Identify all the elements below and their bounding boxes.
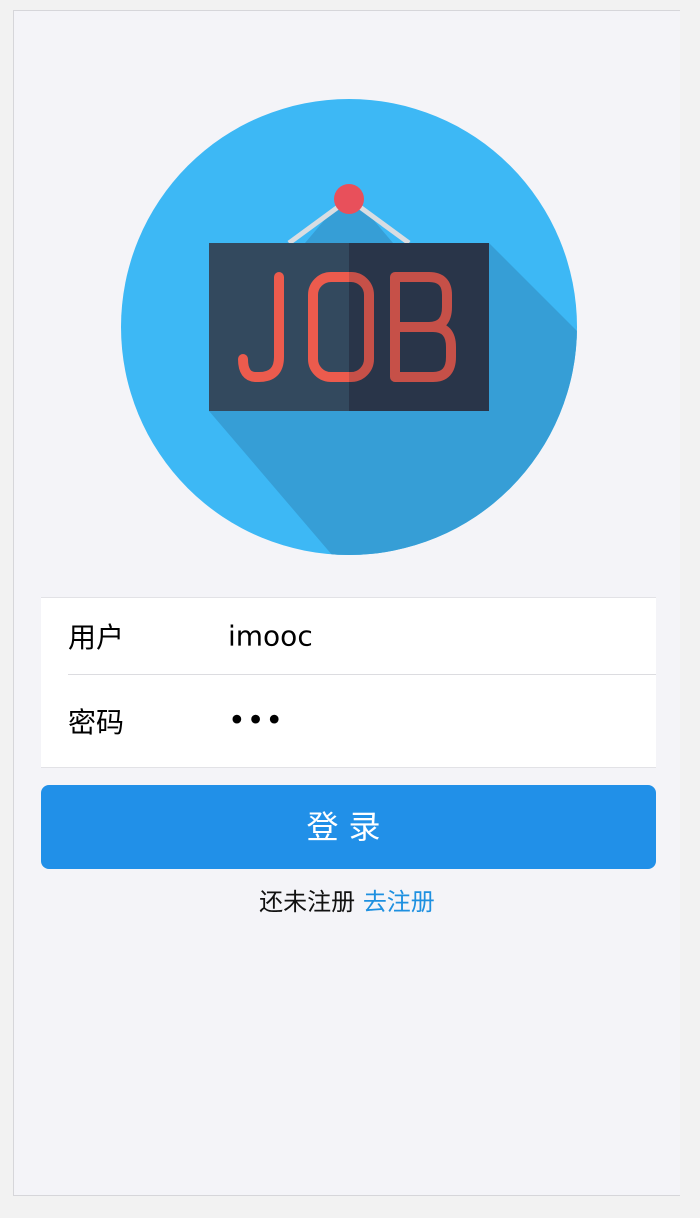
logo-pin <box>334 184 364 214</box>
login-button[interactable]: 登录 <box>41 785 656 869</box>
username-input[interactable]: imooc <box>228 620 628 653</box>
username-label: 用户 <box>68 621 125 654</box>
register-prompt: 还未注册 去注册 <box>14 882 680 917</box>
username-row: 用户 imooc <box>68 598 656 675</box>
password-label: 密码 <box>68 706 125 739</box>
password-input[interactable]: ••• <box>228 704 628 739</box>
password-row: 密码 ••• <box>68 675 656 767</box>
job-sign-icon <box>121 99 577 555</box>
register-link[interactable]: 去注册 <box>363 888 435 916</box>
app-screen: 用户 imooc 密码 ••• 登录 还未注册 去注册 <box>13 10 680 1196</box>
login-form: 用户 imooc 密码 ••• <box>41 597 656 768</box>
register-prompt-text: 还未注册 <box>259 888 356 916</box>
